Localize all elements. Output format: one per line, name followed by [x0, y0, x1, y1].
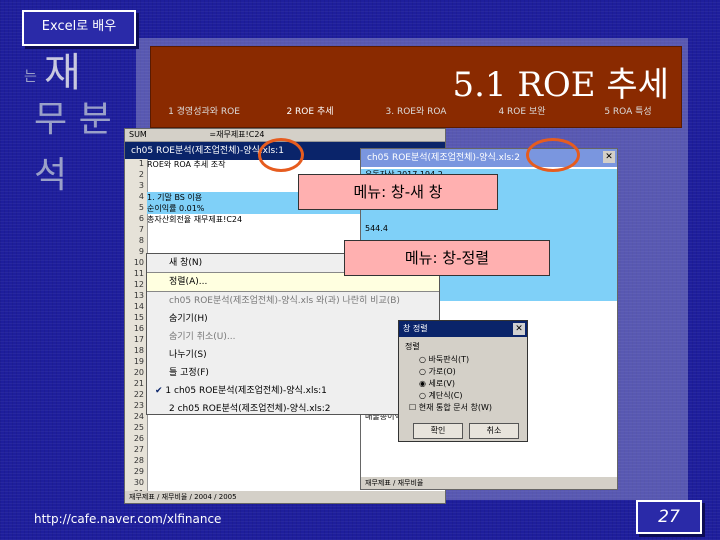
radio-icon[interactable]: ○: [419, 355, 429, 364]
row-number: 5: [138, 203, 144, 212]
arrange-option[interactable]: ◉ 세로(V): [399, 378, 527, 390]
row-number: 23: [133, 401, 144, 410]
menu-item-label: 나누기(S): [169, 350, 207, 360]
row-number: 29: [133, 467, 144, 476]
arrange-option[interactable]: ○ 바둑판식(T): [399, 354, 527, 366]
cancel-button[interactable]: 취소: [469, 423, 519, 439]
menu-item[interactable]: 숨기기(H): [147, 310, 439, 328]
callout-arrange: 메뉴: 창-정렬: [344, 240, 550, 276]
checkbox-icon[interactable]: ☐: [409, 403, 416, 412]
option-label: 세로(V): [428, 379, 455, 388]
section-tab-3[interactable]: 3. ROE와 ROA: [363, 104, 469, 117]
window-2-title: ch05 ROE분석(제조업전체)-양식.xls:2: [367, 153, 520, 163]
side-text-c: 무 분: [34, 99, 112, 140]
row-number: 20: [133, 368, 144, 377]
row-number: 6: [138, 214, 144, 223]
title-bar: 5.1 ROE 추세 1 경영성과와 ROE 2 ROE 추세 3. ROE와 …: [150, 46, 682, 128]
cell-row[interactable]: 544.4: [361, 224, 617, 235]
option-label: 계단식(C): [428, 391, 463, 400]
current-workbook-checkbox[interactable]: ☐ 현재 통합 문서 창(W): [399, 402, 527, 414]
name-box[interactable]: SUM: [129, 130, 147, 139]
menu-item[interactable]: 숨기기 취소(U)...: [147, 328, 439, 346]
side-text-d: 석: [34, 155, 68, 196]
arrange-dialog[interactable]: 창 정렬 ✕ 정렬 ○ 바둑판식(T) ○ 가로(O) ◉ 세로(V) ○ 계단식(C…: [398, 320, 528, 442]
highlight-ellipse-1: [258, 138, 304, 172]
row-number: 25: [133, 423, 144, 432]
menu-item-label: 2 ch05 ROE분석(제조업전체)-양식.xls:2: [169, 404, 331, 414]
callout-new-window: 메뉴: 창-새 창: [298, 174, 498, 210]
row-number: 28: [133, 456, 144, 465]
menu-item[interactable]: 나누기(S): [147, 346, 439, 364]
section-tab-5[interactable]: 5 ROA 특성: [575, 104, 681, 117]
highlight-ellipse-2: [526, 138, 580, 172]
section-tab-1[interactable]: 1 경영성과와 ROE: [151, 104, 257, 117]
option-label: 가로(O): [428, 367, 456, 376]
sheet-tabs-1[interactable]: 재무제표 / 재무비율 / 2004 / 2005: [125, 491, 445, 503]
cell-row[interactable]: [361, 213, 617, 224]
check-icon: ✔: [155, 386, 166, 396]
row-number: 4: [138, 192, 144, 201]
row-number: 3: [138, 181, 144, 190]
arrange-option[interactable]: ○ 계단식(C): [399, 390, 527, 402]
radio-icon[interactable]: ○: [419, 367, 429, 376]
page-number: 27: [636, 500, 702, 534]
dialog-close-icon[interactable]: ✕: [513, 323, 525, 335]
menu-item-label: 숨기기(H): [169, 314, 208, 324]
slide-title: 5.1 ROE 추세: [452, 65, 669, 105]
menu-item[interactable]: ✔ 1 ch05 ROE분석(제조업전체)-양식.xls:1: [147, 382, 439, 400]
section-tab-2[interactable]: 2 ROE 추세: [257, 104, 363, 117]
menu-item[interactable]: 틀 고정(F): [147, 364, 439, 382]
row-number: 12: [133, 280, 144, 289]
row-number: 11: [133, 269, 144, 278]
sheet-tabs-2[interactable]: 재무제표 / 재무비율: [361, 477, 617, 489]
row-number: 9: [138, 247, 144, 256]
checkbox-label: 현재 통합 문서 창(W): [418, 403, 493, 412]
menu-item[interactable]: 2 ch05 ROE분석(제조업전체)-양식.xls:2: [147, 400, 439, 418]
side-text-a: 는: [24, 69, 37, 85]
row-number: 2: [138, 170, 144, 179]
option-label: 바둑판식(T): [428, 355, 470, 364]
row-number: 1: [138, 159, 144, 168]
footer-url[interactable]: http://cafe.naver.com/xlfinance: [34, 512, 221, 526]
menu-item-label: 정렬(A)...: [169, 277, 208, 287]
row-number: 8: [138, 236, 144, 245]
menu-item-label: 숨기기 취소(U)...: [169, 332, 236, 342]
arrange-group-label: 정렬: [405, 342, 420, 351]
row-number: 24: [133, 412, 144, 421]
section-tabs: 1 경영성과와 ROE 2 ROE 추세 3. ROE와 ROA 4 ROE 보…: [151, 104, 681, 117]
menu-item-label: 새 창(N): [169, 258, 203, 268]
row-number: 17: [133, 335, 144, 344]
menu-item-label: ch05 ROE분석(제조업전체)-양식.xls 와(과) 나란히 비교(B): [169, 296, 400, 306]
menu-item[interactable]: ch05 ROE분석(제조업전체)-양식.xls 와(과) 나란히 비교(B): [147, 292, 439, 310]
ok-button[interactable]: 확인: [413, 423, 463, 439]
menu-item-label: 틀 고정(F): [169, 368, 209, 378]
row-number: 13: [133, 291, 144, 300]
row-number: 16: [133, 324, 144, 333]
row-headers: 1 2 3 4 5 6 7 8 9 10 11 12 13 14 15 16 17 18 19 20 21 22 23 24 2…: [125, 159, 148, 503]
row-number: 15: [133, 313, 144, 322]
formula-text[interactable]: =재무제표!C24: [209, 130, 264, 139]
row-number: 7: [138, 225, 144, 234]
row-number: 27: [133, 445, 144, 454]
arrange-option[interactable]: ○ 가로(O): [399, 366, 527, 378]
arrange-dialog-title: 창 정렬: [403, 324, 428, 333]
row-number: 21: [133, 379, 144, 388]
row-number: 22: [133, 390, 144, 399]
radio-icon[interactable]: ◉: [419, 379, 429, 388]
arrange-dialog-titlebar: 창 정렬 ✕: [399, 321, 527, 337]
menu-item-label: 1 ch05 ROE분석(제조업전체)-양식.xls:1: [165, 386, 327, 396]
row-number: 14: [133, 302, 144, 311]
row-number: 18: [133, 346, 144, 355]
row-number: 19: [133, 357, 144, 366]
radio-icon[interactable]: ○: [419, 391, 429, 400]
section-tab-4[interactable]: 4 ROE 보완: [469, 104, 575, 117]
close-icon[interactable]: ✕: [603, 151, 615, 163]
arrange-options[interactable]: ○ 바둑판식(T) ○ 가로(O) ◉ 세로(V) ○ 계단식(C): [399, 354, 527, 402]
row-number: 30: [133, 478, 144, 487]
window-menu[interactable]: 새 창(N) 정렬(A)... ch05 ROE분석(제조업전체)-양식.xls 와…: [146, 253, 440, 415]
row-number: 10: [133, 258, 144, 267]
row-number: 26: [133, 434, 144, 443]
